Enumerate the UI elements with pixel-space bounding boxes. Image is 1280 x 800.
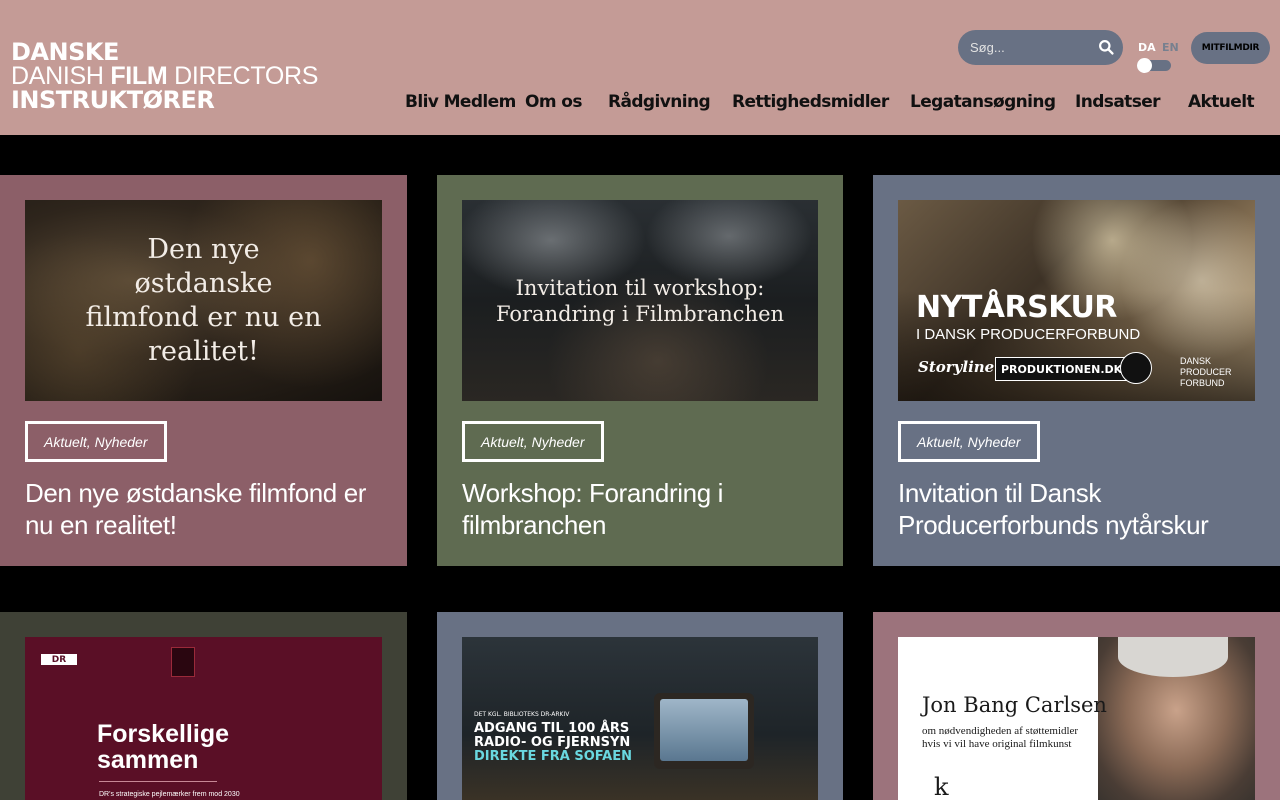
logo-dansk-producerforbund: DANSK PRODUCER FORBUND [1180,356,1232,388]
logo-storyline: Storyline [918,358,995,376]
image-divider [99,781,217,782]
image-headline: Invitation til workshop: Forandring i Fi… [495,275,785,326]
image-subtitle: om nødvendigheden af støttemidler hvis v… [922,725,1079,750]
dr-logo: DR [41,654,77,665]
image-subtitle: I DANSK PRODUCERFORBUND [916,326,1141,343]
news-image[interactable]: Jon Bang Carlsen om nødvendigheden af st… [898,637,1255,800]
image-headline: Forskellige sammen [97,720,229,774]
nav-item-om-os[interactable]: Om os [525,92,582,112]
category-tag[interactable]: Aktuelt, Nyheder [462,421,604,462]
news-image[interactable]: Den nye østdanske filmfond er nu en real… [25,200,382,401]
logo-lanternen-icon [1120,352,1152,384]
search-input[interactable] [958,30,1093,65]
nav-item-aktuelt[interactable]: Aktuelt [1188,92,1255,112]
image-subtitle: DR's strategiske pejlemærker frem mod 20… [99,791,240,798]
nav-item-radgivning[interactable]: Rådgivning [608,92,711,112]
search-bar [958,30,1123,65]
toggle-knob [1137,58,1152,73]
news-title[interactable]: Workshop: Forandring i filmbranchen [462,477,822,541]
nav-item-legatansogning[interactable]: Legatansøgning [910,92,1056,112]
language-toggle[interactable] [1137,58,1171,73]
news-image[interactable]: Invitation til workshop: Forandring i Fi… [462,200,818,401]
category-tag[interactable]: Aktuelt, Nyheder [898,421,1040,462]
site-header: DANSKE DANISH FILM DIRECTORS INSTRUKTØRE… [0,0,1280,135]
image-name: Jon Bang Carlsen [922,693,1107,717]
news-image[interactable]: NYTÅRSKUR I DANSK PRODUCERFORBUND Storyl… [898,200,1255,401]
image-title-nytarskur: NYTÅRSKUR [916,290,1117,325]
image-headline: Den nye østdanske filmfond er nu en real… [85,233,322,367]
news-image[interactable]: DR Forskellige sammen DR's strategiske p… [25,637,382,800]
news-card[interactable]: NYTÅRSKUR I DANSK PRODUCERFORBUND Storyl… [873,175,1280,566]
image-text: DET KGL. BIBLIOTEKS DR-ARKIV ADGANG TIL … [474,711,632,764]
nav-item-indsatser[interactable]: Indsatser [1075,92,1161,112]
search-icon[interactable] [1098,39,1115,56]
nav-item-bliv-medlem[interactable]: Bliv Medlem [405,92,516,112]
mitfilmdir-button[interactable]: MITFILMDIR [1191,32,1270,64]
news-card[interactable]: Jon Bang Carlsen om nødvendigheden af st… [873,612,1280,800]
portrait-hair [1118,637,1228,677]
news-image[interactable]: DET KGL. BIBLIOTEKS DR-ARKIV ADGANG TIL … [462,637,818,800]
logo-line-danish-film-directors: DANISH FILM DIRECTORS [11,62,319,90]
news-title[interactable]: Invitation til Dansk Producerforbunds ny… [898,477,1258,541]
main-nav: Bliv Medlem Om os Rådgivning Rettighedsm… [0,92,1280,118]
nav-item-rettighedsmidler[interactable]: Rettighedsmidler [732,92,889,112]
kb-logo-icon: k [934,773,949,800]
logo-line-danske: DANSKE [11,38,119,66]
image-illustration [171,647,195,677]
news-card[interactable]: DR Forskellige sammen DR's strategiske p… [0,612,407,800]
news-title[interactable]: Den nye østdanske filmfond er nu en real… [25,477,385,541]
logo-produktionen: PRODUKTIONEN.DK [995,357,1129,381]
category-tag[interactable]: Aktuelt, Nyheder [25,421,167,462]
news-card[interactable]: DET KGL. BIBLIOTEKS DR-ARKIV ADGANG TIL … [437,612,843,800]
news-card[interactable]: Invitation til workshop: Forandring i Fi… [437,175,843,566]
language-da[interactable]: DA [1138,41,1156,54]
news-card[interactable]: Den nye østdanske filmfond er nu en real… [0,175,407,566]
tv-screen [660,699,748,761]
language-en[interactable]: EN [1162,41,1179,54]
